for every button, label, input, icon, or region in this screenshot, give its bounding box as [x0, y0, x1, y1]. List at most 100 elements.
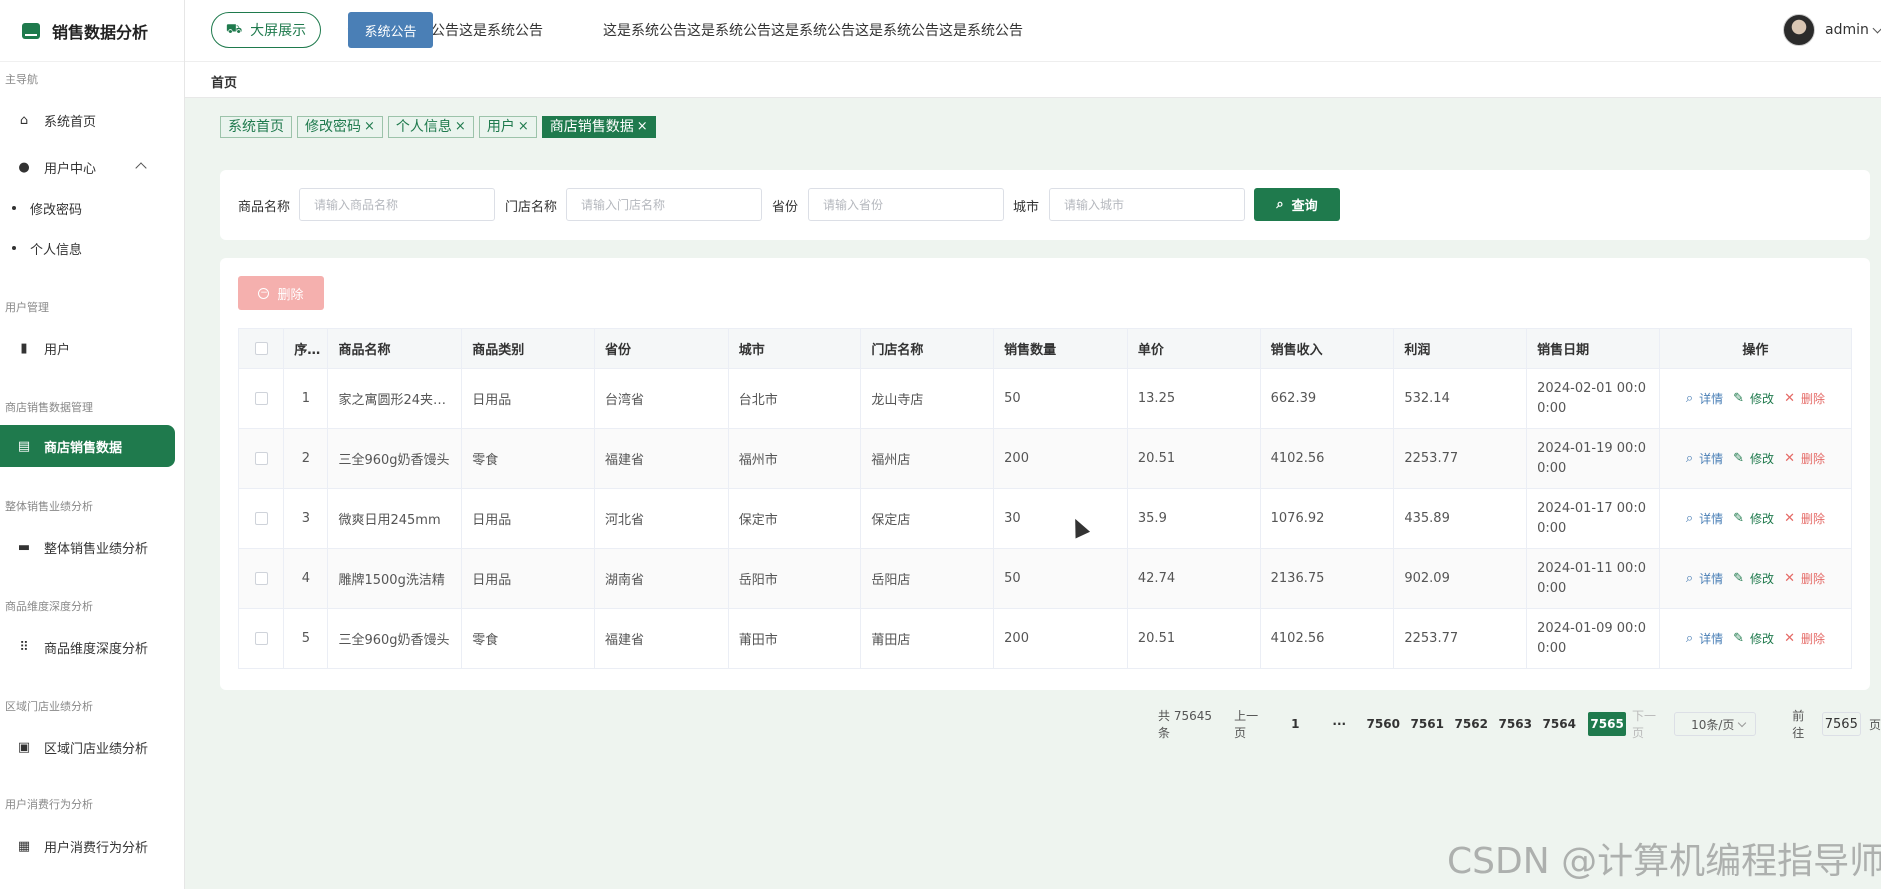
- table-cell: 2024-01-19 00:00:00: [1526, 428, 1660, 489]
- sidebar-item-overall-sales[interactable]: ▬ 整体销售业绩分析: [0, 526, 175, 568]
- table-cell: 2024-01-11 00:00:00: [1526, 548, 1660, 609]
- tag-change-password[interactable]: 修改密码 ×: [297, 116, 383, 138]
- column-header: 商品名称: [327, 328, 463, 369]
- group-title-main: 主导航: [5, 73, 38, 86]
- batch-delete-button[interactable]: − 删除: [238, 276, 324, 310]
- bigscreen-button[interactable]: ⛟ 大屏展示: [211, 12, 321, 48]
- table-cell: 莆田店: [860, 608, 995, 669]
- close-icon: ✕: [1784, 631, 1795, 646]
- table-cell: 保定市: [727, 488, 862, 549]
- product-name-input[interactable]: [299, 188, 495, 221]
- close-icon[interactable]: ×: [364, 117, 375, 137]
- edit-button[interactable]: ✎ 修改: [1733, 630, 1774, 647]
- sidebar-subitem-profile[interactable]: 个人信息: [0, 233, 82, 263]
- prev-page-button[interactable]: 上一页: [1234, 707, 1266, 741]
- table-cell: 50: [993, 548, 1128, 609]
- table-cell: 5: [283, 608, 329, 669]
- table-cell: 50: [993, 368, 1128, 429]
- username[interactable]: admin: [1825, 22, 1869, 38]
- tag-label: 修改密码: [305, 119, 361, 135]
- chart-icon: ▤: [17, 438, 31, 454]
- page-ellipsis[interactable]: ···: [1324, 712, 1354, 736]
- sidebar-item-store-sales[interactable]: ▤ 商店销售数据: [0, 425, 175, 467]
- close-icon[interactable]: ×: [637, 117, 648, 137]
- edit-button[interactable]: ✎ 修改: [1733, 570, 1774, 587]
- detail-button[interactable]: ⌕ 详情: [1686, 510, 1723, 527]
- column-header: 销售收入: [1259, 328, 1395, 369]
- city-input[interactable]: [1049, 188, 1245, 221]
- row-actions: ⌕ 详情 ✎ 修改 ✕ 删除: [1658, 428, 1853, 489]
- row-checkbox[interactable]: [254, 452, 268, 465]
- page-button[interactable]: 7563: [1499, 712, 1532, 736]
- page-button[interactable]: 1: [1280, 712, 1310, 736]
- edit-label: 修改: [1750, 392, 1775, 406]
- search-panel: 商品名称 门店名称 省份 城市 ⌕ 查询: [220, 170, 1870, 240]
- edit-button[interactable]: ✎ 修改: [1733, 510, 1774, 527]
- page-size-select[interactable]: 10条/页: [1674, 712, 1757, 736]
- column-header: 门店名称: [860, 328, 995, 369]
- sidebar-item-user-center[interactable]: ● 用户中心: [0, 146, 175, 188]
- province-input[interactable]: [808, 188, 1004, 221]
- detail-button[interactable]: ⌕ 详情: [1686, 390, 1723, 407]
- tag-users[interactable]: 用户 ×: [478, 116, 537, 138]
- delete-label: 删除: [1800, 392, 1825, 406]
- page-button[interactable]: 7564: [1543, 712, 1576, 736]
- avatar[interactable]: [1783, 14, 1815, 46]
- tag-profile[interactable]: 个人信息 ×: [387, 116, 474, 138]
- table-cell: 20.51: [1126, 428, 1261, 489]
- page-button[interactable]: 7562: [1455, 712, 1488, 736]
- delete-button[interactable]: ✕ 删除: [1784, 630, 1825, 647]
- table-cell: 零食: [461, 608, 595, 669]
- delete-button[interactable]: ✕ 删除: [1784, 390, 1825, 407]
- sidebar-item-product-analysis[interactable]: ⠿ 商品维度深度分析: [0, 626, 175, 668]
- detail-label: 详情: [1699, 512, 1724, 526]
- sidebar-subitem-change-password[interactable]: 修改密码: [0, 193, 82, 223]
- table-panel: − 删除 序号 商品名称 商品类别 省份 城市 门店名称 销售数量 单价 销售收…: [220, 258, 1870, 690]
- query-label: 查询: [1291, 199, 1318, 214]
- column-header: 城市: [727, 328, 862, 369]
- app-logo[interactable]: 销售数据分析: [0, 0, 184, 62]
- chevron-down-icon[interactable]: [1872, 23, 1881, 34]
- row-checkbox[interactable]: [254, 392, 268, 405]
- current-page-button[interactable]: 7565: [1588, 712, 1626, 736]
- tag-store-sales[interactable]: 商店销售数据 ×: [541, 116, 656, 138]
- delete-button[interactable]: ✕ 删除: [1784, 450, 1825, 467]
- edit-button[interactable]: ✎ 修改: [1733, 390, 1774, 407]
- table-cell: 河北省: [593, 488, 729, 549]
- sidebar-item-home[interactable]: ⌂ 系统首页: [0, 99, 175, 141]
- next-page-button[interactable]: 下一页: [1632, 707, 1664, 741]
- table-cell: 2253.77: [1393, 608, 1528, 669]
- app-title: 销售数据分析: [52, 22, 149, 42]
- tag-label: 用户: [486, 119, 515, 135]
- row-checkbox[interactable]: [254, 512, 268, 525]
- goto-page-input[interactable]: 7565: [1821, 712, 1861, 736]
- page-button[interactable]: 7560: [1367, 712, 1400, 736]
- delete-button[interactable]: ✕ 删除: [1784, 510, 1825, 527]
- delete-button[interactable]: ✕ 删除: [1784, 570, 1825, 587]
- select-all-checkbox[interactable]: [254, 342, 268, 355]
- sidebar-item-region-store[interactable]: ▣ 区域门店业绩分析: [0, 726, 175, 768]
- page-button[interactable]: 7561: [1411, 712, 1444, 736]
- row-checkbox[interactable]: [254, 572, 268, 585]
- query-button[interactable]: ⌕ 查询: [1254, 188, 1340, 221]
- table-cell: 福建省: [593, 608, 729, 669]
- close-icon[interactable]: ×: [455, 117, 466, 137]
- breadcrumb[interactable]: 首页: [211, 72, 237, 91]
- store-name-input[interactable]: [566, 188, 762, 221]
- detail-button[interactable]: ⌕ 详情: [1686, 450, 1723, 467]
- row-checkbox[interactable]: [254, 632, 268, 645]
- tag-home[interactable]: 系统首页: [220, 116, 292, 138]
- goto-prefix: 前往: [1792, 709, 1805, 740]
- edit-button[interactable]: ✎ 修改: [1733, 450, 1774, 467]
- close-icon[interactable]: ×: [518, 117, 529, 137]
- detail-button[interactable]: ⌕ 详情: [1686, 570, 1723, 587]
- table-cell: 台湾省: [593, 368, 729, 429]
- notice-button[interactable]: 系统公告: [348, 12, 433, 48]
- detail-button[interactable]: ⌕ 详情: [1686, 630, 1723, 647]
- sidebar-item-users[interactable]: ▮ 用户: [0, 327, 175, 369]
- delete-label: 删除: [1800, 452, 1825, 466]
- chevron-up-icon: [135, 162, 147, 174]
- monitor-icon: [22, 22, 40, 39]
- search-icon: ⌕: [1685, 391, 1694, 406]
- sidebar-item-consumer-behavior[interactable]: ▦ 用户消费行为分析: [0, 825, 175, 867]
